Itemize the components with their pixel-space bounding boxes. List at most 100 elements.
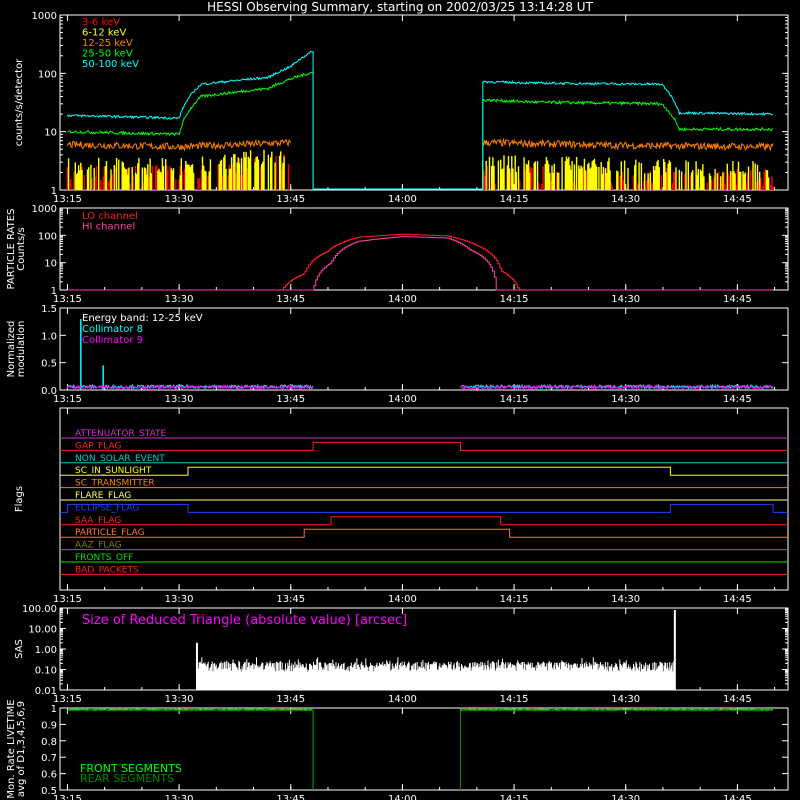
- series-line-REAR-SEGMENTS: [460, 709, 774, 712]
- y-tick-label: 1: [51, 186, 57, 197]
- series-line-LO-channel: [67, 233, 774, 291]
- series-line-12-25-keV: [66, 138, 292, 152]
- x-tick-label: 13:45: [276, 194, 305, 205]
- flag-label-particle-flag: PARTICLE_FLAG: [75, 528, 145, 538]
- x-tick-label: 13:45: [276, 294, 305, 305]
- legend-entry-2: 12-25 keV: [82, 38, 133, 49]
- x-tick-label: 13:45: [276, 594, 305, 605]
- x-tick-label: 14:45: [723, 794, 752, 800]
- x-tick-label: 14:15: [500, 594, 529, 605]
- flag-label-saa-flag: SAA_FLAG: [75, 516, 121, 526]
- x-tick-label: 14:15: [500, 394, 529, 405]
- x-tick-label: 14:45: [723, 394, 752, 405]
- y-tick-label: 0.8: [41, 737, 57, 748]
- x-tick-label: 14:15: [500, 194, 529, 205]
- x-tick-label: 13:30: [165, 694, 194, 705]
- energy-band-annotation: Energy band: 12-25 keV: [82, 313, 203, 324]
- legend-entry-Collimator-9: Collimator 9: [82, 335, 143, 346]
- x-tick-label: 14:30: [611, 194, 640, 205]
- panel-frame-particle-rates: [59, 207, 789, 291]
- legend-entry-LO-channel: LO channel: [82, 211, 138, 222]
- x-tick-label: 13:15: [53, 194, 82, 205]
- flag-label-sc-in-sunlight: SC_IN_SUNLIGHT: [75, 466, 152, 476]
- y-tick-label: 100.00: [22, 604, 57, 615]
- flag-label-fronts-off: FRONTS_OFF: [75, 553, 133, 563]
- flag-line-sc-in-sunlight: [60, 466, 788, 476]
- observing-summary-plots: 13:15 13:30 13:45 14:00 14:15 14:30 14:45 count…: [6, 11, 789, 800]
- y-tick-label: 1: [51, 704, 57, 715]
- x-tick-label: 14:30: [611, 694, 640, 705]
- x-tick-label: 14:15: [500, 294, 529, 305]
- x-tick-label: 13:15: [53, 594, 82, 605]
- legend-entry-REAR-SEGMENTS: REAR SEGMENTS: [80, 772, 174, 785]
- x-tick-label: 14:15: [500, 694, 529, 705]
- x-tick-label: 13:45: [276, 794, 305, 800]
- x-tick-label: 14:30: [611, 594, 640, 605]
- x-tick-label: 13:15: [53, 694, 82, 705]
- y-tick-label: 1000: [32, 11, 57, 22]
- y-tick-label: 0.5: [41, 786, 57, 797]
- x-tick-label: 13:45: [276, 694, 305, 705]
- flag-label-aaz-flag: AAZ_FLAG: [75, 541, 122, 551]
- series-line-25-50-keV: [482, 98, 774, 132]
- flag-line-eclipse-flag: [60, 503, 788, 513]
- y-tick-label: 0.0: [41, 386, 57, 397]
- x-tick-label: 14:30: [611, 294, 640, 305]
- y-tick-label: 100: [38, 231, 57, 242]
- y-tick-label: 1.5: [41, 304, 57, 315]
- panel-frame-flags: [59, 407, 789, 591]
- y-tick-label: 10: [44, 259, 57, 270]
- x-tick-label: 14:00: [388, 794, 417, 800]
- x-tick-label: 14:45: [723, 194, 752, 205]
- series-line-HI-channel: [67, 236, 774, 291]
- y-axis-label-flags: Flags: [14, 486, 25, 512]
- y-axis-label-particle-rates: PARTICLE RATESCounts/s: [6, 209, 27, 290]
- y-tick-label: 1.00: [35, 645, 57, 656]
- x-tick-label: 13:15: [53, 394, 82, 405]
- legend-entry-3: 25-50 keV: [82, 49, 133, 60]
- legend-entry-HI-channel: HI channel: [82, 222, 135, 233]
- x-tick-label: 13:45: [276, 394, 305, 405]
- flag-label-attenuator-state: ATTENUATOR_STATE: [75, 429, 167, 439]
- x-tick-label: 14:00: [388, 694, 417, 705]
- x-tick-label: 14:45: [723, 594, 752, 605]
- sas-legend: Size of Reduced Triangle (absolute value…: [82, 613, 407, 628]
- y-tick-label: 0.10: [35, 666, 57, 677]
- x-tick-label: 14:30: [611, 794, 640, 800]
- legend-entry-0: 3-6 keV: [82, 17, 120, 28]
- x-tick-label: 13:30: [165, 594, 194, 605]
- y-axis-label-modulation: Normalizedmodulation: [6, 321, 27, 378]
- y-axis-label-sas: SAS: [14, 639, 25, 659]
- flag-line-saa-flag: [60, 516, 788, 526]
- y-tick-label: 10: [44, 128, 57, 139]
- flag-label-flare-flag: FLARE_FLAG: [75, 491, 131, 501]
- y-tick-label: 1: [51, 286, 57, 297]
- flag-label-gap-flag: GAP_FLAG: [75, 441, 121, 451]
- y-tick-label: 100: [38, 69, 57, 80]
- series-line-25-50-keV: [67, 71, 314, 137]
- flag-line-particle-flag: [60, 528, 788, 538]
- y-tick-label: 10.00: [28, 625, 57, 636]
- y-tick-label: 0.6: [41, 770, 57, 781]
- x-tick-label: 14:45: [723, 694, 752, 705]
- y-tick-label: 1.0: [41, 331, 57, 342]
- panel-frame-count-rates: [59, 14, 789, 191]
- x-tick-label: 14:15: [500, 794, 529, 800]
- y-axis-label-livetime: Mon. Rate LIVETIMEavg of D1,3,4,5,6,9: [6, 699, 27, 798]
- flag-label-eclipse-flag: ECLIPSE_FLAG: [75, 503, 139, 513]
- y-tick-label: 1000: [32, 204, 57, 215]
- x-tick-label: 13:15: [53, 794, 82, 800]
- legend-entry-4: 50-100 keV: [82, 59, 139, 70]
- x-tick-label: 14:45: [723, 294, 752, 305]
- y-tick-label: 0.5: [41, 359, 57, 370]
- x-tick-label: 14:00: [388, 194, 417, 205]
- x-tick-label: 14:30: [611, 394, 640, 405]
- y-tick-label: 0.01: [35, 686, 57, 697]
- series-line-50-100-keV: [482, 80, 774, 117]
- flag-label-sc-transmitter: SC_TRANSMITTER: [75, 479, 155, 489]
- y-tick-label: 0.9: [41, 720, 57, 731]
- x-tick-label: 13:30: [165, 294, 194, 305]
- flag-line-gap-flag: [60, 441, 788, 451]
- series-line-REAR-SEGMENTS: [67, 709, 313, 712]
- x-tick-label: 13:15: [53, 294, 82, 305]
